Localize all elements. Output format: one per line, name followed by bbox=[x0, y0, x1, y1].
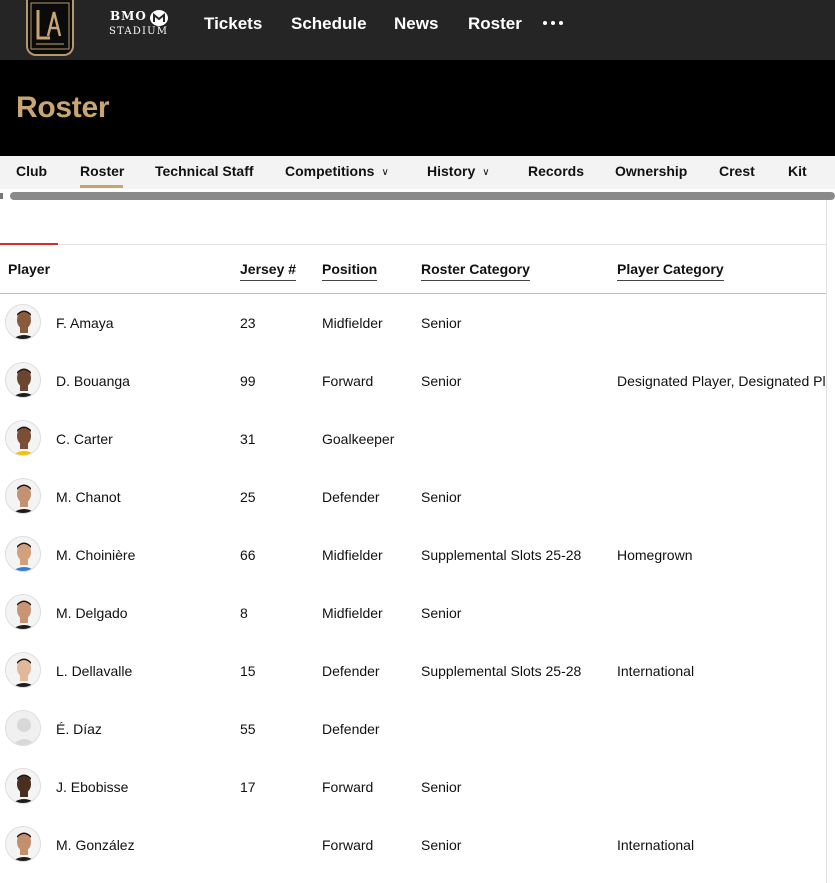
player-name[interactable]: M. Choinière bbox=[56, 547, 135, 564]
table-row[interactable]: M. Chanot 25 Defender Senior bbox=[0, 468, 826, 526]
subnav-item-crest[interactable]: Crest bbox=[719, 163, 755, 180]
subnav-item-ownership[interactable]: Ownership bbox=[615, 163, 687, 180]
subnav-item-technical-staff[interactable]: Technical Staff bbox=[155, 163, 254, 180]
subnav-item-history[interactable]: History ∨ bbox=[427, 163, 490, 181]
player-name[interactable]: L. Dellavalle bbox=[56, 663, 132, 680]
player-avatar[interactable] bbox=[5, 536, 41, 572]
jersey-number: 99 bbox=[240, 373, 256, 389]
jersey-number: 66 bbox=[240, 547, 256, 563]
player-name[interactable]: É. Díaz bbox=[56, 721, 102, 738]
table-row[interactable]: L. Dellavalle 15 Defender Supplemental Slot… bbox=[0, 642, 826, 700]
player-avatar[interactable] bbox=[5, 652, 41, 688]
player-avatar[interactable] bbox=[5, 420, 41, 456]
scroll-arrow-left[interactable] bbox=[0, 193, 3, 199]
lafc-crest-logo[interactable] bbox=[26, 0, 74, 56]
bmo-stadium-logo[interactable]: BMO STADIUM bbox=[108, 9, 174, 39]
nav-link-roster[interactable]: Roster bbox=[468, 13, 522, 35]
player-name[interactable]: M. Delgado bbox=[56, 605, 128, 622]
chevron-down-icon: ∨ bbox=[381, 167, 389, 178]
nav-link-tickets[interactable]: Tickets bbox=[204, 13, 262, 35]
player-position: Forward bbox=[322, 373, 374, 389]
column-header-roster-category[interactable]: Roster Category bbox=[421, 261, 530, 281]
subnav-item-competitions[interactable]: Competitions ∨ bbox=[285, 163, 389, 181]
top-navigation: BMO STADIUM Tickets Schedule News Roster bbox=[0, 0, 835, 60]
player-category: International bbox=[617, 837, 695, 853]
subnav-item-records[interactable]: Records bbox=[528, 163, 584, 180]
player-position: Defender bbox=[322, 489, 380, 505]
player-avatar[interactable] bbox=[5, 768, 41, 804]
column-header-player: Player bbox=[8, 261, 51, 277]
player-name[interactable]: J. Ebobisse bbox=[56, 779, 128, 796]
table-row[interactable]: M. González Forward Senior International bbox=[0, 816, 826, 874]
roster-category: Senior bbox=[421, 837, 462, 853]
table-row[interactable]: C. Carter 31 Goalkeeper bbox=[0, 410, 826, 468]
roster-category: Supplemental Slots 25-28 bbox=[421, 663, 582, 679]
player-name[interactable]: C. Carter bbox=[56, 431, 113, 448]
page-header: Roster bbox=[0, 60, 835, 156]
player-name[interactable]: M. Chanot bbox=[56, 489, 121, 506]
table-row[interactable]: M. Delgado 8 Midfielder Senior bbox=[0, 584, 826, 642]
player-name[interactable]: D. Bouanga bbox=[56, 373, 130, 390]
column-header-position[interactable]: Position bbox=[322, 261, 378, 281]
horizontal-scrollbar[interactable] bbox=[10, 192, 835, 200]
player-avatar[interactable] bbox=[5, 304, 41, 340]
jersey-number: 23 bbox=[240, 315, 256, 331]
chevron-down-icon: ∨ bbox=[482, 167, 490, 178]
table-row[interactable]: F. Amaya 23 Midfielder Senior bbox=[0, 294, 826, 352]
nav-link-schedule[interactable]: Schedule bbox=[291, 13, 367, 35]
subnav-item-club[interactable]: Club bbox=[16, 163, 47, 180]
player-name[interactable]: M. González bbox=[56, 837, 135, 854]
player-avatar[interactable] bbox=[5, 594, 41, 630]
subnav-item-kit[interactable]: Kit bbox=[788, 163, 807, 180]
bmo-wordmark: BMO bbox=[110, 9, 147, 23]
bmo-m-bar-icon bbox=[150, 10, 168, 26]
table-row[interactable]: J. Ebobisse 17 Forward Senior bbox=[0, 758, 826, 816]
player-position: Midfielder bbox=[322, 605, 383, 621]
player-position: Midfielder bbox=[322, 315, 383, 331]
player-avatar[interactable] bbox=[5, 362, 41, 398]
player-name[interactable]: F. Amaya bbox=[56, 315, 114, 332]
subnav-item-roster[interactable]: Roster bbox=[80, 163, 124, 180]
roster-category: Senior bbox=[421, 489, 462, 505]
roster-category: Senior bbox=[421, 605, 462, 621]
player-avatar[interactable] bbox=[5, 478, 41, 514]
player-category: Designated Player, Designated Pl bbox=[617, 373, 826, 389]
roster-category: Senior bbox=[421, 373, 462, 389]
table-right-border bbox=[826, 200, 827, 883]
roster-category: Senior bbox=[421, 315, 462, 331]
roster-category: Senior bbox=[421, 779, 462, 795]
player-position: Goalkeeper bbox=[322, 431, 395, 447]
player-category: International bbox=[617, 663, 695, 679]
table-row[interactable]: D. Bouanga 99 Forward Senior Designated Play… bbox=[0, 352, 826, 410]
more-horizontal-icon[interactable] bbox=[541, 16, 567, 30]
jersey-number: 31 bbox=[240, 431, 256, 447]
sub-navigation: Club Roster Technical Staff Competitions… bbox=[0, 156, 835, 189]
player-category: Homegrown bbox=[617, 547, 693, 563]
nav-link-news[interactable]: News bbox=[394, 13, 438, 35]
divider bbox=[58, 244, 826, 245]
active-section-indicator bbox=[0, 243, 58, 245]
roster-category: Supplemental Slots 25-28 bbox=[421, 547, 582, 563]
column-header-jersey[interactable]: Jersey # bbox=[240, 261, 297, 281]
jersey-number: 15 bbox=[240, 663, 256, 679]
player-position: Forward bbox=[322, 837, 374, 853]
page-title: Roster bbox=[16, 91, 110, 124]
jersey-number: 25 bbox=[240, 489, 256, 505]
user-silhouette-icon[interactable] bbox=[5, 710, 41, 746]
player-position: Forward bbox=[322, 779, 374, 795]
stadium-wordmark: STADIUM bbox=[109, 26, 169, 37]
player-avatar[interactable] bbox=[5, 826, 41, 862]
table-row[interactable]: M. Choinière 66 Midfielder Supplemental Slo… bbox=[0, 526, 826, 584]
table-row[interactable]: É. Díaz 55 Defender bbox=[0, 700, 826, 758]
player-position: Midfielder bbox=[322, 547, 383, 563]
jersey-number: 55 bbox=[240, 721, 256, 737]
player-position: Defender bbox=[322, 663, 380, 679]
player-position: Defender bbox=[322, 721, 380, 737]
active-tab-indicator bbox=[80, 185, 123, 188]
jersey-number: 17 bbox=[240, 779, 256, 795]
subnav-item-label: Competitions bbox=[285, 163, 375, 179]
jersey-number: 8 bbox=[240, 605, 248, 621]
subnav-item-label: History bbox=[427, 163, 476, 179]
column-header-player-category[interactable]: Player Category bbox=[617, 261, 724, 281]
